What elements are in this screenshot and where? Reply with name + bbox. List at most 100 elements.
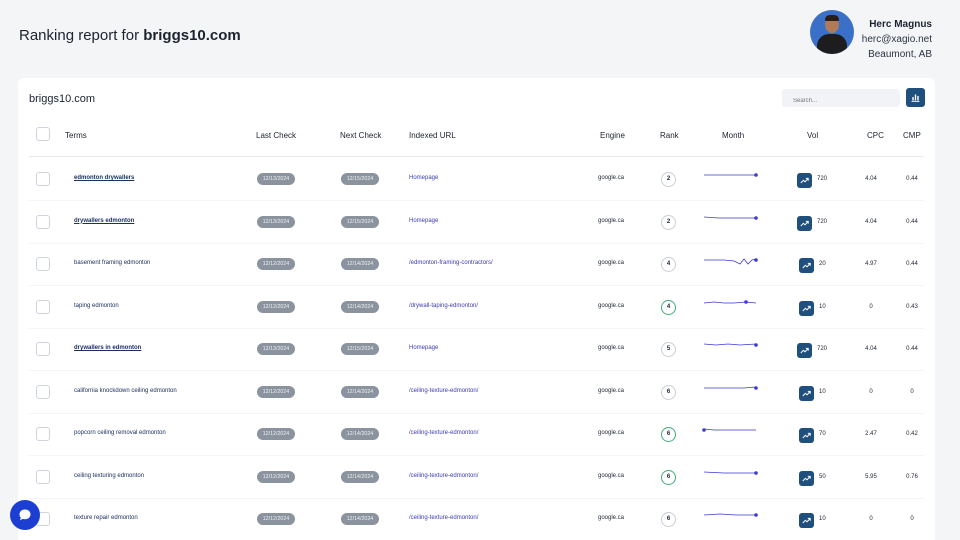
term-link[interactable]: drywallers edmonton <box>74 218 134 224</box>
row-checkbox[interactable] <box>36 214 50 229</box>
trend-up-icon <box>802 305 811 311</box>
term-link[interactable]: texture repair edmonton <box>74 515 138 521</box>
term-link[interactable]: ceiling texturing edmonton <box>74 473 144 479</box>
sparkline-path <box>704 386 757 388</box>
row-checkbox[interactable] <box>36 384 50 399</box>
table-row[interactable]: ceiling texturing edmonton 12/12/2024 12/1… <box>18 457 935 499</box>
indexed-url-link[interactable]: Homepage <box>409 345 438 351</box>
user-location: Beaumont, AB <box>868 49 932 60</box>
column-header-indexed-url[interactable]: Indexed URL <box>409 131 456 140</box>
engine-label: google.ca <box>598 345 625 351</box>
volume-value: 10 <box>819 388 826 395</box>
indexed-url-link[interactable]: /ceiling-texture-edmonton/ <box>409 473 478 479</box>
trend-button[interactable] <box>797 343 812 358</box>
table-row[interactable]: california knockdown ceiling edmonton 12/… <box>18 372 935 414</box>
engine-label: google.ca <box>598 387 625 394</box>
table-row[interactable]: drywallers in edmonton 12/13/2024 12/15/20… <box>18 329 935 371</box>
cpc-value: 4.04 <box>865 346 877 352</box>
cpc-value: 0 <box>869 388 873 395</box>
avatar[interactable] <box>809 10 854 54</box>
sparkline-dot <box>754 173 758 177</box>
month-sparkline <box>703 470 758 475</box>
next-check-badge: 12/14/2024 <box>341 258 379 270</box>
month-sparkline <box>703 343 758 347</box>
column-header-cmp[interactable]: CMP <box>903 131 921 140</box>
indexed-url-link[interactable]: /drywall-taping-edmonton/ <box>409 303 478 309</box>
trend-up-icon <box>800 347 809 354</box>
table-row[interactable]: edmonton drywallers 12/13/2024 12/15/2024 H… <box>18 159 935 201</box>
engine-label: google.ca <box>598 175 625 181</box>
column-header-cpc[interactable]: CPC <box>867 131 884 140</box>
trend-button[interactable] <box>799 470 814 486</box>
indexed-url-link[interactable]: /ceiling-texture-edmonton/ <box>409 515 478 521</box>
column-header-terms[interactable]: Terms <box>65 131 87 140</box>
search-input[interactable] <box>782 89 900 107</box>
user-email: herc@xagio.net <box>861 34 932 45</box>
table-row[interactable]: texture repair edmonton 12/12/2024 12/14/2… <box>18 499 935 540</box>
cpc-value: 0 <box>869 303 873 310</box>
column-header-engine[interactable]: Engine <box>600 131 625 140</box>
indexed-url-link[interactable]: Homepage <box>409 175 438 181</box>
page-title: Ranking report for briggs10.com <box>19 27 241 44</box>
table-row[interactable]: drywallers edmonton 12/13/2024 12/15/2024 H… <box>18 202 935 244</box>
term-link[interactable]: drywallers in edmonton <box>74 345 141 351</box>
term-link[interactable]: california knockdown ceiling edmonton <box>74 388 177 394</box>
month-sparkline <box>704 258 758 265</box>
column-header-vol[interactable]: Vol <box>807 131 818 140</box>
trend-button[interactable] <box>799 385 814 401</box>
trend-button[interactable] <box>797 215 812 231</box>
row-checkbox[interactable] <box>36 342 50 356</box>
chat-icon <box>19 509 31 521</box>
chat-button[interactable] <box>10 500 40 530</box>
row-checkbox[interactable] <box>36 469 50 484</box>
engine-label: google.ca <box>598 515 625 521</box>
month-sparkline <box>704 385 758 390</box>
trend-up-icon <box>802 262 811 269</box>
indexed-url-link[interactable]: /edmonton-framing-contractors/ <box>409 260 493 266</box>
trend-up-icon <box>802 475 811 481</box>
column-header-rank[interactable]: Rank <box>660 131 679 140</box>
term-link[interactable]: popcorn ceiling removal edmonton <box>74 430 166 436</box>
indexed-url-link[interactable]: /ceiling-texture-edmonton/ <box>409 430 478 436</box>
chart-button[interactable] <box>906 88 925 107</box>
rank-badge: 6 <box>661 512 676 527</box>
cmp-value: 0.76 <box>906 473 918 480</box>
table-row[interactable]: basement framing edmonton 12/12/2024 12/14… <box>18 244 935 286</box>
trend-button[interactable] <box>797 173 812 188</box>
column-header-month[interactable]: Month <box>722 131 744 140</box>
trend-up-icon <box>802 517 811 524</box>
table-row[interactable]: popcorn ceiling removal edmonton 12/12/20… <box>18 414 935 456</box>
trend-up-icon <box>802 390 811 396</box>
column-header-last-check[interactable]: Last Check <box>256 131 296 140</box>
sparkline-dot <box>754 513 758 517</box>
trend-button[interactable] <box>799 513 814 528</box>
cmp-value: 0.44 <box>906 346 918 352</box>
indexed-url-link[interactable]: Homepage <box>409 218 438 224</box>
last-check-badge: 12/12/2024 <box>257 428 295 440</box>
cmp-value: 0.44 <box>906 176 918 182</box>
volume-value: 720 <box>817 218 828 225</box>
next-check-badge: 12/14/2024 <box>341 513 379 525</box>
indexed-url-link[interactable]: /ceiling-texture-edmonton/ <box>409 388 478 394</box>
term-link[interactable]: edmonton drywallers <box>74 175 134 181</box>
row-checkbox[interactable] <box>36 427 50 441</box>
term-link[interactable]: basement framing edmonton <box>74 260 150 266</box>
row-checkbox[interactable] <box>36 172 50 186</box>
select-all-checkbox[interactable] <box>36 127 50 141</box>
row-checkbox[interactable] <box>36 257 50 271</box>
trend-button[interactable] <box>799 258 814 273</box>
next-check-badge: 12/14/2024 <box>341 428 379 440</box>
last-check-badge: 12/12/2024 <box>257 470 295 483</box>
table-row[interactable]: taping edmonton 12/12/2024 12/14/2024/dryw… <box>18 287 935 329</box>
column-header-next-check[interactable]: Next Check <box>340 131 381 140</box>
term-link[interactable]: taping edmonton <box>74 303 119 309</box>
volume-value: 720 <box>817 176 828 182</box>
rank-badge: 2 <box>661 214 676 230</box>
trend-button[interactable] <box>799 428 814 443</box>
row-checkbox[interactable] <box>36 299 50 314</box>
last-check-badge: 12/12/2024 <box>257 258 295 270</box>
trend-button[interactable] <box>799 300 814 316</box>
volume-value: 10 <box>819 516 826 522</box>
engine-label: google.ca <box>598 302 625 309</box>
last-check-badge: 12/13/2024 <box>257 173 295 185</box>
